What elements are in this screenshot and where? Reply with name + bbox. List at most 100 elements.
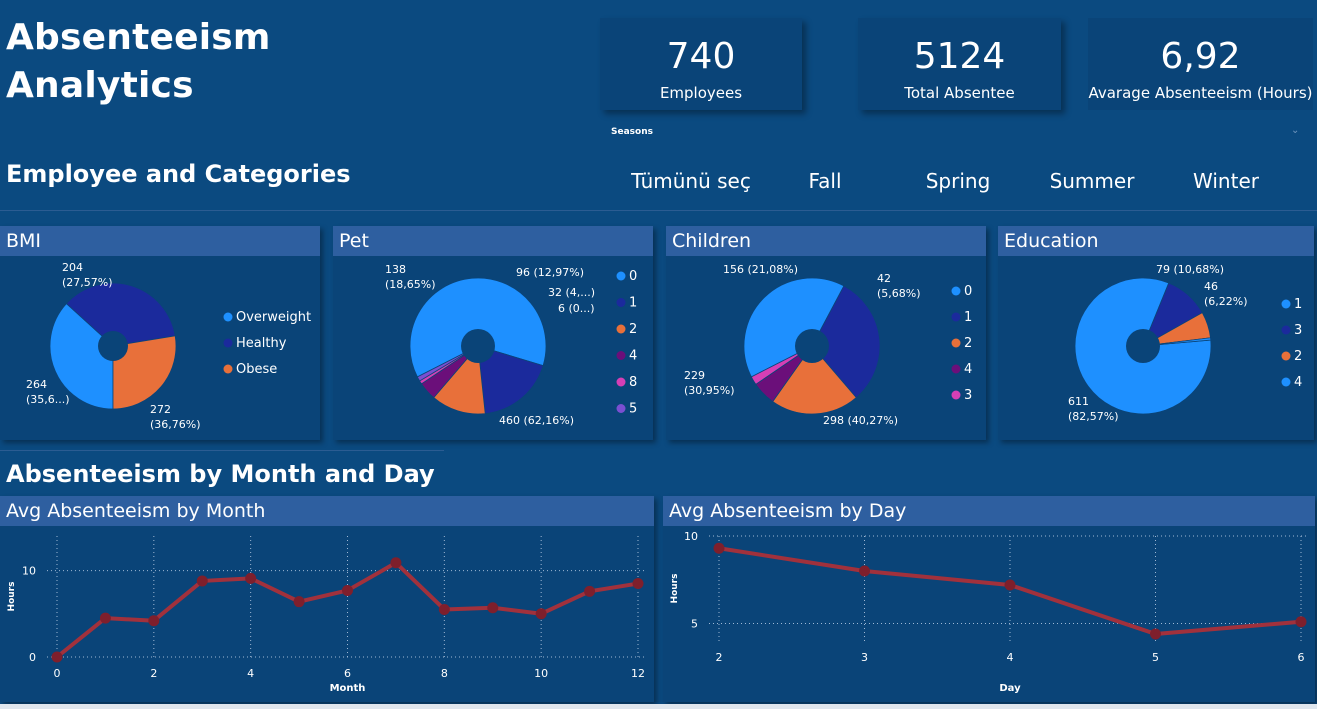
data-label: 204 (27,57%) [62, 261, 113, 289]
data-label: 156 (21,08%) [723, 263, 798, 276]
panel-title: BMI [0, 226, 320, 256]
pie-panel-children[interactable]: Children 298 (40,27%) 229 (30,95%) 156 (21,… [666, 226, 986, 440]
x-tick-label: 3 [861, 651, 868, 664]
data-label: 6 (0...) [558, 302, 595, 315]
data-label: 46 (6,22%) [1204, 280, 1248, 308]
donut-hole [795, 329, 829, 363]
legend-label: 1 [629, 296, 637, 311]
slicer-option-select-all[interactable]: Tümünü seç [626, 152, 756, 210]
legend-label: 4 [964, 362, 972, 377]
data-label: 229 (30,95%) [684, 369, 735, 397]
x-tick-label: 4 [247, 667, 254, 680]
x-tick-label: 12 [631, 667, 645, 680]
legend-marker [616, 377, 626, 387]
legend-label: 4 [629, 349, 637, 364]
data-label: 138 (18,65%) [385, 263, 436, 291]
data-point[interactable] [1150, 628, 1161, 640]
kpi-card-employees[interactable]: 740 Employees [600, 18, 802, 110]
slicer-option-spring[interactable]: Spring [893, 152, 1023, 210]
kpi-card-average-absenteeism[interactable]: 6,92 Avarage Absenteeism (Hours) [1088, 18, 1313, 110]
data-point[interactable] [713, 542, 725, 554]
data-label: 96 (12,97%) [516, 266, 584, 279]
data-label: 79 (10,68%) [1156, 263, 1224, 276]
data-point[interactable] [293, 596, 305, 608]
x-tick-label: 4 [1007, 651, 1014, 664]
line-panel-month[interactable]: Avg Absenteeism by Month 0 2 4 6 8 10 12 0 10 Hou… [0, 496, 654, 702]
legend-marker [951, 364, 961, 374]
panel-title: Education [998, 226, 1314, 256]
data-point[interactable] [342, 584, 353, 596]
pie-panel-bmi[interactable]: BMI 272 (36,76%) 264 (35,6...) 204 (27,57%) Ov… [0, 226, 320, 440]
data-label: 42 (5,68%) [877, 272, 921, 300]
pie-panel-pet[interactable]: Pet 460 (62,16%) 138 (18,65%) 96 (12,97%) 32… [333, 226, 653, 440]
legend-marker [616, 324, 626, 334]
data-point[interactable] [1004, 579, 1016, 591]
data-point[interactable] [859, 565, 870, 577]
legend-marker [1281, 299, 1291, 309]
x-tick-label: 2 [716, 651, 723, 664]
data-point[interactable] [99, 612, 111, 624]
legend-marker [951, 312, 961, 322]
legend-label: Overweight [236, 310, 311, 325]
x-tick-label: 0 [54, 667, 61, 680]
pie-panel-education[interactable]: Education 611 (82,57%) 79 (10,68%) 46 (6,22%… [998, 226, 1314, 440]
x-axis-label: Day [999, 683, 1021, 694]
data-label: 460 (62,16%) [499, 414, 574, 427]
data-point[interactable] [148, 615, 160, 627]
y-tick-label: 0 [29, 651, 36, 664]
data-point[interactable] [245, 572, 257, 584]
panel-title: Avg Absenteeism by Day [663, 496, 1315, 526]
dashboard-canvas: Absenteeism Analytics 740 Employees 5124… [0, 0, 1317, 709]
data-point[interactable] [632, 578, 644, 590]
donut-hole [461, 329, 495, 363]
y-tick-label: 5 [691, 618, 698, 631]
pet-pie-chart[interactable]: 460 (62,16%) 138 (18,65%) 96 (12,97%) 32 (4,… [333, 256, 653, 440]
data-label: 32 (4,...) [548, 286, 595, 299]
legend-label: 1 [964, 310, 972, 325]
education-pie-chart[interactable]: 611 (82,57%)79 (10,68%)46 (6,22%) 1324 [998, 256, 1314, 440]
title-line-1: Absenteeism [6, 17, 271, 58]
data-point[interactable] [1295, 616, 1307, 628]
legend-label: 5 [629, 402, 637, 417]
dashboard-title: Absenteeism Analytics [6, 14, 306, 110]
legend-label: Obese [236, 362, 277, 377]
y-tick-label: 10 [22, 565, 36, 578]
x-tick-label: 2 [150, 667, 157, 680]
slicer-option-summer[interactable]: Summer [1027, 152, 1157, 210]
donut-hole [98, 331, 128, 361]
children-pie-chart[interactable]: 298 (40,27%) 229 (30,95%) 156 (21,08%) 42 (5,… [666, 256, 986, 440]
x-tick-label: 5 [1152, 651, 1159, 664]
y-axis-label: Hours [7, 582, 17, 612]
donut-hole [1126, 329, 1160, 363]
legend-marker [616, 271, 626, 281]
slicer-option-fall[interactable]: Fall [760, 152, 890, 210]
bmi-pie-chart[interactable]: 272 (36,76%)264 (35,6...)204 (27,57%)Overwe… [0, 256, 320, 440]
data-label: 298 (40,27%) [823, 414, 898, 427]
divider [0, 210, 1317, 211]
kpi-card-total-absentee[interactable]: 5124 Total Absentee [858, 18, 1061, 110]
section-title-month-day: Absenteeism by Month and Day [6, 460, 435, 488]
data-point[interactable] [390, 557, 402, 569]
line-panel-day[interactable]: Avg Absenteeism by Day 2 3 4 5 6 5 10 Hours Day [663, 496, 1315, 702]
data-point[interactable] [196, 575, 208, 587]
legend-label: 3 [964, 388, 972, 403]
legend-marker [223, 338, 233, 348]
x-axis-label: Month [330, 683, 366, 694]
month-line-chart[interactable]: 0 2 4 6 8 10 12 0 10 Hours Month [0, 526, 654, 702]
legend-marker [1281, 351, 1291, 361]
series-line[interactable] [718, 546, 1302, 636]
x-tick-label: 6 [1298, 651, 1305, 664]
slicer-option-winter[interactable]: Winter [1161, 152, 1291, 210]
legend-label: 0 [964, 284, 972, 299]
data-point[interactable] [487, 602, 499, 614]
panel-title: Children [666, 226, 986, 256]
title-line-2: Analytics [6, 65, 194, 106]
chevron-down-icon[interactable]: ⌄ [1291, 125, 1299, 136]
data-point[interactable] [51, 651, 63, 663]
legend-marker [223, 364, 233, 374]
day-line-chart[interactable]: 2 3 4 5 6 5 10 Hours Day [663, 526, 1315, 702]
data-point[interactable] [584, 585, 596, 597]
data-point[interactable] [438, 603, 450, 615]
legend-marker [951, 338, 961, 348]
data-point[interactable] [535, 608, 547, 620]
